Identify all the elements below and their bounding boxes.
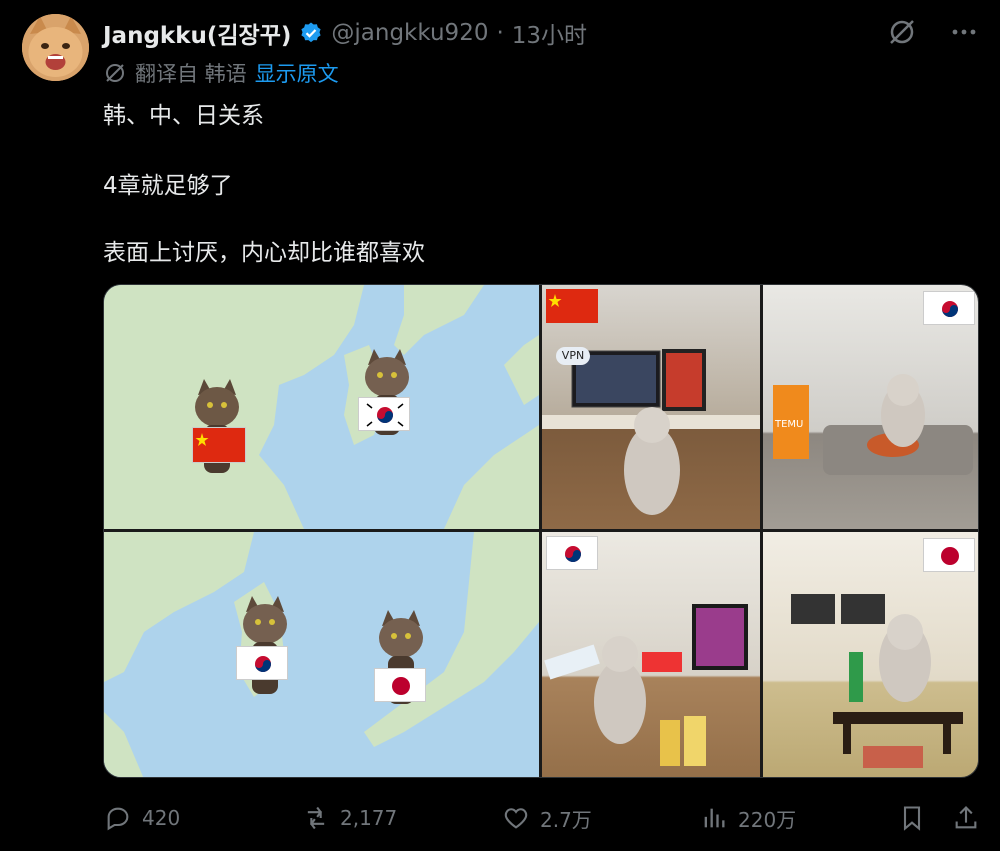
tweet-text-line: 韩、中、日关系 [103, 103, 264, 129]
like-icon [504, 808, 528, 829]
tweet-text-line: 4章就足够了 [103, 173, 233, 199]
more-icon[interactable] [948, 16, 980, 48]
views-count: 220万 [738, 807, 797, 832]
temu-label: TEMU [775, 419, 804, 430]
verified-badge-icon [301, 22, 321, 43]
separator-dot: · [496, 20, 504, 46]
map-image-korea-japan[interactable] [104, 532, 539, 777]
views-button[interactable]: 220万 [700, 800, 796, 836]
korea-flag-icon [358, 397, 410, 431]
author-name[interactable]: Jangkku(김장꾸) [103, 16, 291, 50]
reply-count: 420 [142, 806, 181, 830]
share-button[interactable] [952, 800, 980, 836]
translate-icon [106, 64, 124, 82]
views-icon [704, 808, 725, 828]
reply-button[interactable]: 420 [104, 800, 180, 836]
translation-bar: 翻译自 韩语 显示原文 [103, 58, 339, 88]
map-image-china-korea[interactable] [104, 285, 539, 529]
like-count: 2.7万 [540, 807, 592, 832]
reply-icon [107, 807, 129, 831]
tweet-text-line: 表面上讨厌，内心却比谁都喜欢 [103, 240, 425, 266]
avatar[interactable] [22, 14, 89, 81]
show-original-link[interactable]: 显示原文 [255, 58, 339, 88]
media-grid[interactable]: VPN TEMU [103, 284, 979, 778]
bookmark-button[interactable] [898, 800, 926, 836]
room-image-japan[interactable] [763, 532, 978, 777]
korea-flag-icon [236, 646, 288, 680]
repost-button[interactable]: 2,177 [302, 800, 397, 836]
grok-icon[interactable] [886, 16, 918, 48]
repost-count: 2,177 [340, 806, 398, 830]
repost-icon [307, 806, 325, 830]
translation-label: 翻译自 韩语 [135, 62, 247, 86]
like-button[interactable]: 2.7万 [502, 800, 592, 836]
author-handle[interactable]: @jangkku920 [331, 20, 488, 46]
action-bar: 420 2,177 2.7万 220万 [0, 800, 1000, 836]
timestamp[interactable]: 13小时 [512, 16, 587, 50]
room-image-korea-1[interactable]: TEMU [763, 285, 978, 529]
china-flag-icon [192, 427, 246, 463]
share-icon [955, 806, 977, 829]
vpn-label: VPN [556, 347, 590, 365]
japan-flag-icon [374, 668, 426, 702]
bookmark-icon [903, 806, 921, 831]
tweet-header: Jangkku(김장꾸) @jangkku920 · 13小时 [103, 16, 587, 50]
room-image-korea-2[interactable] [542, 532, 760, 777]
room-image-china[interactable]: VPN [542, 285, 760, 529]
